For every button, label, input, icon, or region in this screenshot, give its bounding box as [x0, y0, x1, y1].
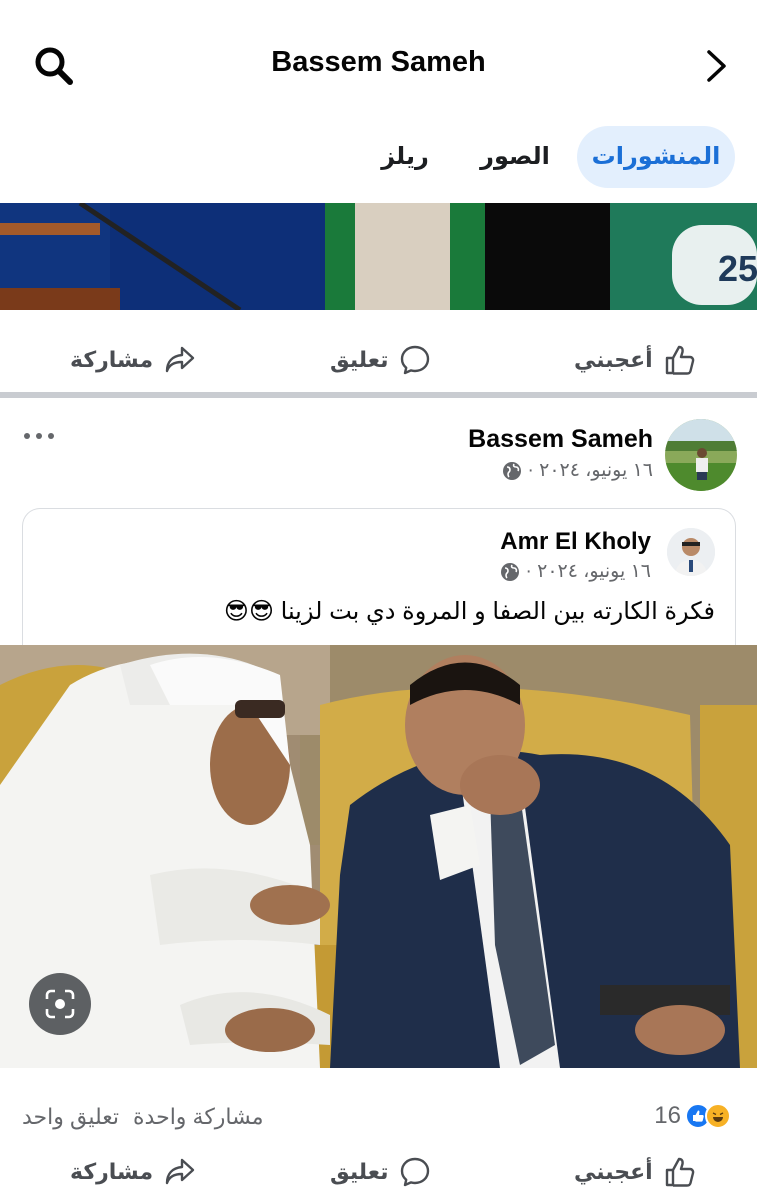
shared-post-text: فكرة الكارته بين الصفا و المروة دي بت لز… — [223, 598, 715, 625]
comment-button[interactable]: تعليق — [330, 330, 432, 390]
comment-icon — [401, 1157, 430, 1187]
avatar[interactable] — [665, 419, 737, 491]
share-label: مشاركة — [70, 347, 154, 372]
comment-icon — [401, 345, 430, 375]
svg-text:25: 25 — [718, 248, 757, 289]
like-label: أعجبني — [574, 1159, 653, 1184]
comments-count[interactable]: تعليق واحد — [22, 1104, 119, 1130]
more-options-icon[interactable] — [22, 428, 56, 444]
top-bar: Bassem Sameh — [0, 0, 757, 120]
globe-icon — [502, 461, 521, 480]
globe-icon — [500, 562, 519, 581]
post-photo[interactable] — [0, 645, 757, 1068]
like-button[interactable]: أعجبني — [574, 1142, 697, 1200]
reaction-icons — [685, 1103, 731, 1129]
shared-author-name[interactable]: Amr El Kholy — [500, 528, 651, 556]
previous-post-image[interactable]: 25 — [0, 203, 757, 310]
profile-tabs: المنشورات الصور ريلز — [0, 126, 757, 188]
tab-reels[interactable]: ريلز — [370, 126, 440, 188]
comment-label: تعليق — [330, 1159, 389, 1184]
chevron-right-icon[interactable] — [700, 46, 732, 86]
engagement-counts: مشاركة واحدة تعليق واحد — [22, 1104, 264, 1130]
comment-label: تعليق — [330, 347, 389, 372]
share-icon — [165, 1158, 195, 1185]
like-button[interactable]: أعجبني — [574, 330, 697, 390]
tab-posts[interactable]: المنشورات — [577, 126, 735, 188]
visual-search-button[interactable] — [29, 973, 91, 1035]
shares-count[interactable]: مشاركة واحدة — [133, 1104, 264, 1130]
lens-icon — [45, 989, 75, 1019]
post-actions: أعجبني تعليق مشاركة — [0, 1142, 757, 1200]
shared-post-date: ١٦ يونيو، ٢٠٢٤ · — [525, 561, 652, 582]
page-title: Bassem Sameh — [271, 46, 486, 78]
post-author-name[interactable]: Bassem Sameh — [468, 425, 653, 454]
post-divider — [0, 392, 757, 398]
reaction-count: 16 — [654, 1102, 681, 1129]
comment-button[interactable]: تعليق — [330, 1142, 432, 1200]
previous-post-actions: أعجبني تعليق مشاركة — [0, 330, 757, 390]
reactions-summary[interactable]: 16 — [654, 1102, 731, 1130]
like-label: أعجبني — [574, 347, 653, 372]
thumbs-up-icon — [665, 1157, 694, 1187]
shared-avatar[interactable] — [667, 528, 715, 576]
post-date: ١٦ يونيو، ٢٠٢٤ · — [527, 460, 654, 481]
post-meta: ١٦ يونيو، ٢٠٢٤ · — [502, 459, 654, 482]
tab-photos[interactable]: الصور — [470, 126, 560, 188]
haha-reaction-icon — [705, 1103, 731, 1129]
share-button[interactable]: مشاركة — [70, 1142, 197, 1200]
share-button[interactable]: مشاركة — [70, 330, 197, 390]
shared-post-meta: ١٦ يونيو، ٢٠٢٤ · — [500, 560, 652, 583]
thumbs-up-icon — [665, 345, 694, 375]
share-icon — [165, 346, 195, 373]
share-label: مشاركة — [70, 1159, 154, 1184]
